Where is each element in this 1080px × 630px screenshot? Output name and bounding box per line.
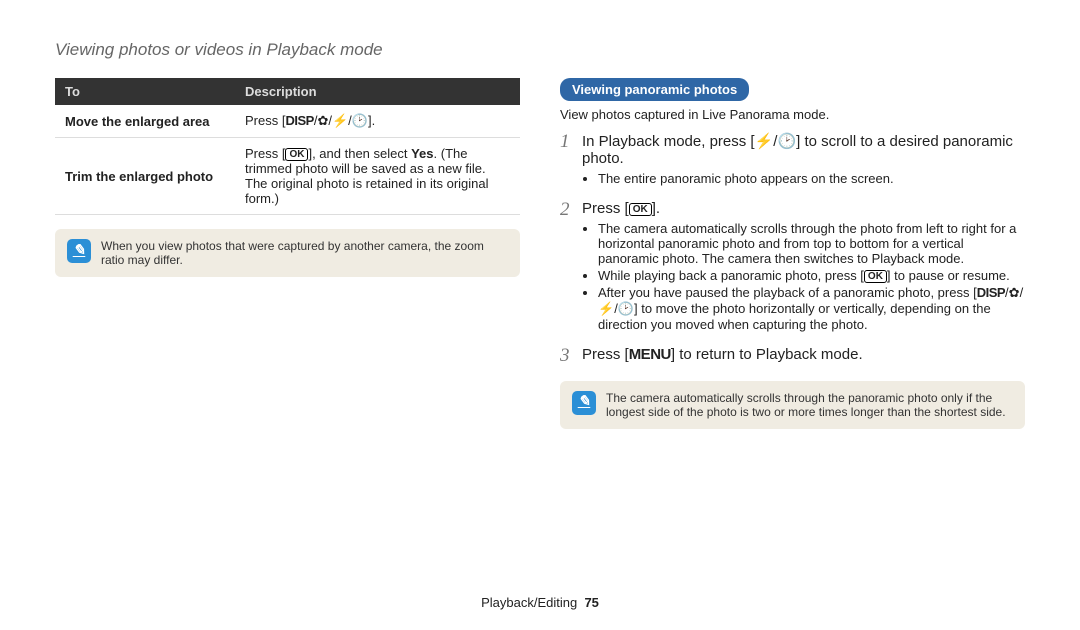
section-intro: View photos captured in Live Panorama mo…: [560, 107, 1025, 122]
step-3: 3 Press [MENU] to return to Playback mod…: [560, 346, 1025, 367]
ok-icon: OK: [629, 203, 652, 216]
step-bullet: While playing back a panoramic photo, pr…: [598, 268, 1025, 283]
action-table: To Description Move the enlarged area Pr…: [55, 78, 520, 215]
step-2: 2 Press [OK]. The camera automatically s…: [560, 200, 1025, 340]
step-number: 3: [560, 346, 582, 367]
timer-icon: [777, 133, 796, 150]
macro-icon: [1009, 285, 1020, 300]
table-header-to: To: [55, 78, 235, 105]
page-footer: Playback/Editing 75: [0, 595, 1080, 610]
note-box: ✎ The camera automatically scrolls throu…: [560, 381, 1025, 429]
table-row: Move the enlarged area Press [DISP///].: [55, 105, 520, 138]
timer-icon: [352, 113, 368, 128]
page-title: Viewing photos or videos in Playback mod…: [55, 40, 1025, 60]
step-bullet: The entire panoramic photo appears on th…: [598, 171, 1025, 186]
step-1: 1 In Playback mode, press [/] to scroll …: [560, 132, 1025, 194]
step-bullet: After you have paused the playback of a …: [598, 285, 1025, 332]
macro-icon: [317, 113, 328, 128]
row-desc-trim: Press [OK], and then select Yes. (The tr…: [235, 138, 520, 215]
ok-icon: OK: [864, 270, 887, 283]
section-label: Viewing panoramic photos: [560, 78, 749, 101]
timer-icon: [618, 301, 634, 316]
note-box: ✎ When you view photos that were capture…: [55, 229, 520, 277]
note-icon: ✎: [572, 391, 596, 415]
disp-icon: DISP: [285, 113, 313, 128]
ok-icon: OK: [285, 148, 308, 161]
table-row: Trim the enlarged photo Press [OK], and …: [55, 138, 520, 215]
table-header-description: Description: [235, 78, 520, 105]
note-text: When you view photos that were captured …: [101, 239, 508, 267]
step-number: 1: [560, 132, 582, 194]
flash-icon: [332, 113, 348, 128]
row-head-move: Move the enlarged area: [55, 105, 235, 138]
step-bullet: The camera automatically scrolls through…: [598, 221, 1025, 266]
note-icon: ✎: [67, 239, 91, 263]
disp-icon: DISP: [977, 285, 1005, 300]
step-number: 2: [560, 200, 582, 340]
flash-icon: [755, 133, 774, 150]
note-text: The camera automatically scrolls through…: [606, 391, 1013, 419]
flash-icon: [598, 301, 614, 316]
row-desc-move: Press [DISP///].: [235, 105, 520, 138]
menu-icon: MENU: [629, 346, 671, 363]
row-head-trim: Trim the enlarged photo: [55, 138, 235, 215]
